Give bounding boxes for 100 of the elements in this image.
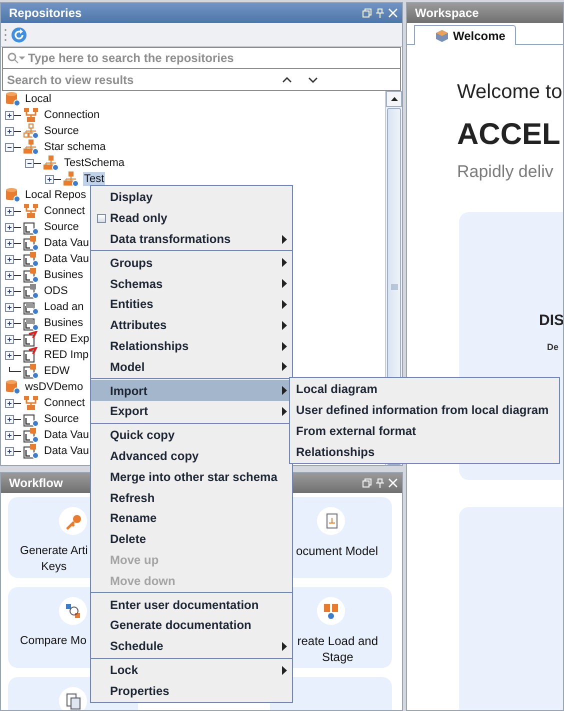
search-status: Search to view results: [7, 72, 135, 86]
tree-item[interactable]: Connection: [43, 108, 101, 122]
panel-title: Workspace: [415, 6, 479, 20]
tree-toggle[interactable]: [5, 126, 21, 136]
tree-toggle[interactable]: [25, 158, 41, 168]
tree-item[interactable]: EDW: [43, 364, 71, 378]
tree-toggle[interactable]: [5, 110, 21, 120]
menu-item[interactable]: Properties: [91, 680, 292, 702]
tree-toggle[interactable]: [5, 142, 21, 152]
tree-item[interactable]: wsDVDemo: [24, 380, 84, 394]
search-field[interactable]: Type here to search the repositories: [2, 47, 401, 69]
tree-toggle[interactable]: [5, 238, 21, 248]
tree-item[interactable]: Connect: [43, 204, 86, 218]
tree-item[interactable]: Source: [43, 124, 80, 138]
tree-item[interactable]: Load an: [43, 300, 85, 314]
welcome-heading: Welcome to: [457, 81, 563, 104]
tree-toggle[interactable]: [5, 318, 21, 328]
panel-title: Workflow: [9, 476, 63, 490]
database-icon: [5, 379, 21, 395]
layer-icon: [23, 331, 39, 347]
menu-item[interactable]: Relationships: [91, 336, 292, 356]
restore-icon[interactable]: [362, 8, 372, 18]
tree-item[interactable]: RED Exp: [43, 332, 90, 346]
menu-item[interactable]: Groups: [91, 252, 292, 274]
submenu-arrow-icon: [282, 300, 287, 309]
tree-item[interactable]: TestSchema: [63, 156, 126, 170]
menu-item[interactable]: Quick copy: [91, 424, 292, 446]
tab[interactable]: Welcome: [414, 25, 516, 45]
menu-item[interactable]: Attributes: [91, 314, 292, 336]
tree-toggle[interactable]: [5, 414, 21, 424]
up-caret-icon: [282, 76, 292, 82]
product-title: ACCEL: [457, 118, 562, 152]
close-icon[interactable]: [388, 8, 398, 18]
tree-toggle[interactable]: [5, 254, 21, 264]
workflow-label: Generate Arti Keys: [20, 544, 88, 575]
tree-item[interactable]: Busines: [43, 268, 84, 282]
menu-item[interactable]: Advanced copy: [91, 446, 292, 466]
menu-item[interactable]: Model: [91, 356, 292, 378]
pin-icon[interactable]: [375, 8, 385, 18]
submenu-arrow-icon: [282, 642, 287, 651]
submenu-arrow-icon: [282, 234, 287, 244]
menu-item[interactable]: Entities: [91, 294, 292, 315]
tree-toggle[interactable]: [5, 286, 21, 296]
scroll-up-button[interactable]: [386, 91, 402, 107]
tree-item[interactable]: Data Vau: [43, 444, 90, 458]
down-caret-icon: [308, 76, 318, 82]
tree-toggle[interactable]: [5, 430, 21, 440]
close-icon[interactable]: [388, 478, 398, 488]
menu-item[interactable]: Relationships: [290, 441, 559, 462]
refresh-icon[interactable]: [11, 26, 27, 42]
tree-item[interactable]: RED Imp: [43, 348, 90, 362]
menu-item[interactable]: Import: [91, 380, 292, 401]
pin-icon[interactable]: [375, 478, 385, 488]
menu-item[interactable]: User defined information from local diagram: [290, 400, 559, 421]
menu-item[interactable]: Data transformations: [91, 228, 292, 250]
tree-item[interactable]: Connect: [43, 396, 86, 410]
cube-icon: [435, 28, 449, 42]
submenu-arrow-icon: [282, 362, 287, 372]
restore-icon[interactable]: [362, 478, 372, 488]
tree-item[interactable]: Busines: [43, 316, 84, 330]
connection-icon: [23, 107, 39, 123]
tree-item[interactable]: Test: [83, 172, 106, 186]
tree-item[interactable]: Local Repos: [24, 188, 88, 202]
search-input[interactable]: Type here to search the repositories: [28, 51, 396, 65]
checkbox[interactable]: [97, 214, 106, 223]
menu-item[interactable]: Schemas: [91, 273, 292, 294]
search-icon: [7, 52, 25, 64]
tree-item[interactable]: Data Vau: [43, 236, 90, 250]
menu-item[interactable]: Display: [91, 187, 292, 208]
menu-item[interactable]: Read only: [91, 208, 292, 229]
tree-item[interactable]: Source: [43, 412, 80, 426]
submenu-arrow-icon: [282, 666, 287, 675]
submenu-arrow-icon: [282, 406, 287, 416]
tree-toggle[interactable]: [5, 270, 21, 280]
tree-toggle[interactable]: [5, 206, 21, 216]
layer-icon: [23, 283, 39, 299]
hierarchy-icon: [23, 139, 39, 155]
layer-icon: [23, 427, 39, 443]
tree-item[interactable]: Source: [43, 220, 80, 234]
menu-item[interactable]: Local diagram: [290, 379, 559, 400]
tree-toggle[interactable]: [5, 334, 21, 344]
layer-icon: [23, 251, 39, 267]
layer-icon: [23, 267, 39, 283]
tree-toggle[interactable]: [5, 222, 21, 232]
tree-toggle[interactable]: [5, 350, 21, 360]
tree-toggle[interactable]: [5, 446, 21, 456]
menu-item[interactable]: From external format: [290, 420, 559, 442]
tree-toggle[interactable]: [5, 398, 21, 408]
menu-item[interactable]: Merge into other star schema: [91, 466, 292, 488]
tree-toggle[interactable]: [45, 174, 61, 184]
tree-item[interactable]: Local: [24, 92, 52, 106]
tree-toggle[interactable]: [5, 302, 21, 312]
tree-item[interactable]: Data Vau: [43, 252, 90, 266]
tree-item[interactable]: Data Vau: [43, 428, 90, 442]
workflow-icon: [317, 507, 345, 535]
hierarchy-icon: [23, 123, 39, 139]
hierarchy-icon: [43, 155, 59, 171]
menu-item[interactable]: Export: [91, 400, 292, 422]
tree-item[interactable]: Star schema: [43, 140, 107, 154]
tree-item[interactable]: ODS: [43, 284, 69, 298]
